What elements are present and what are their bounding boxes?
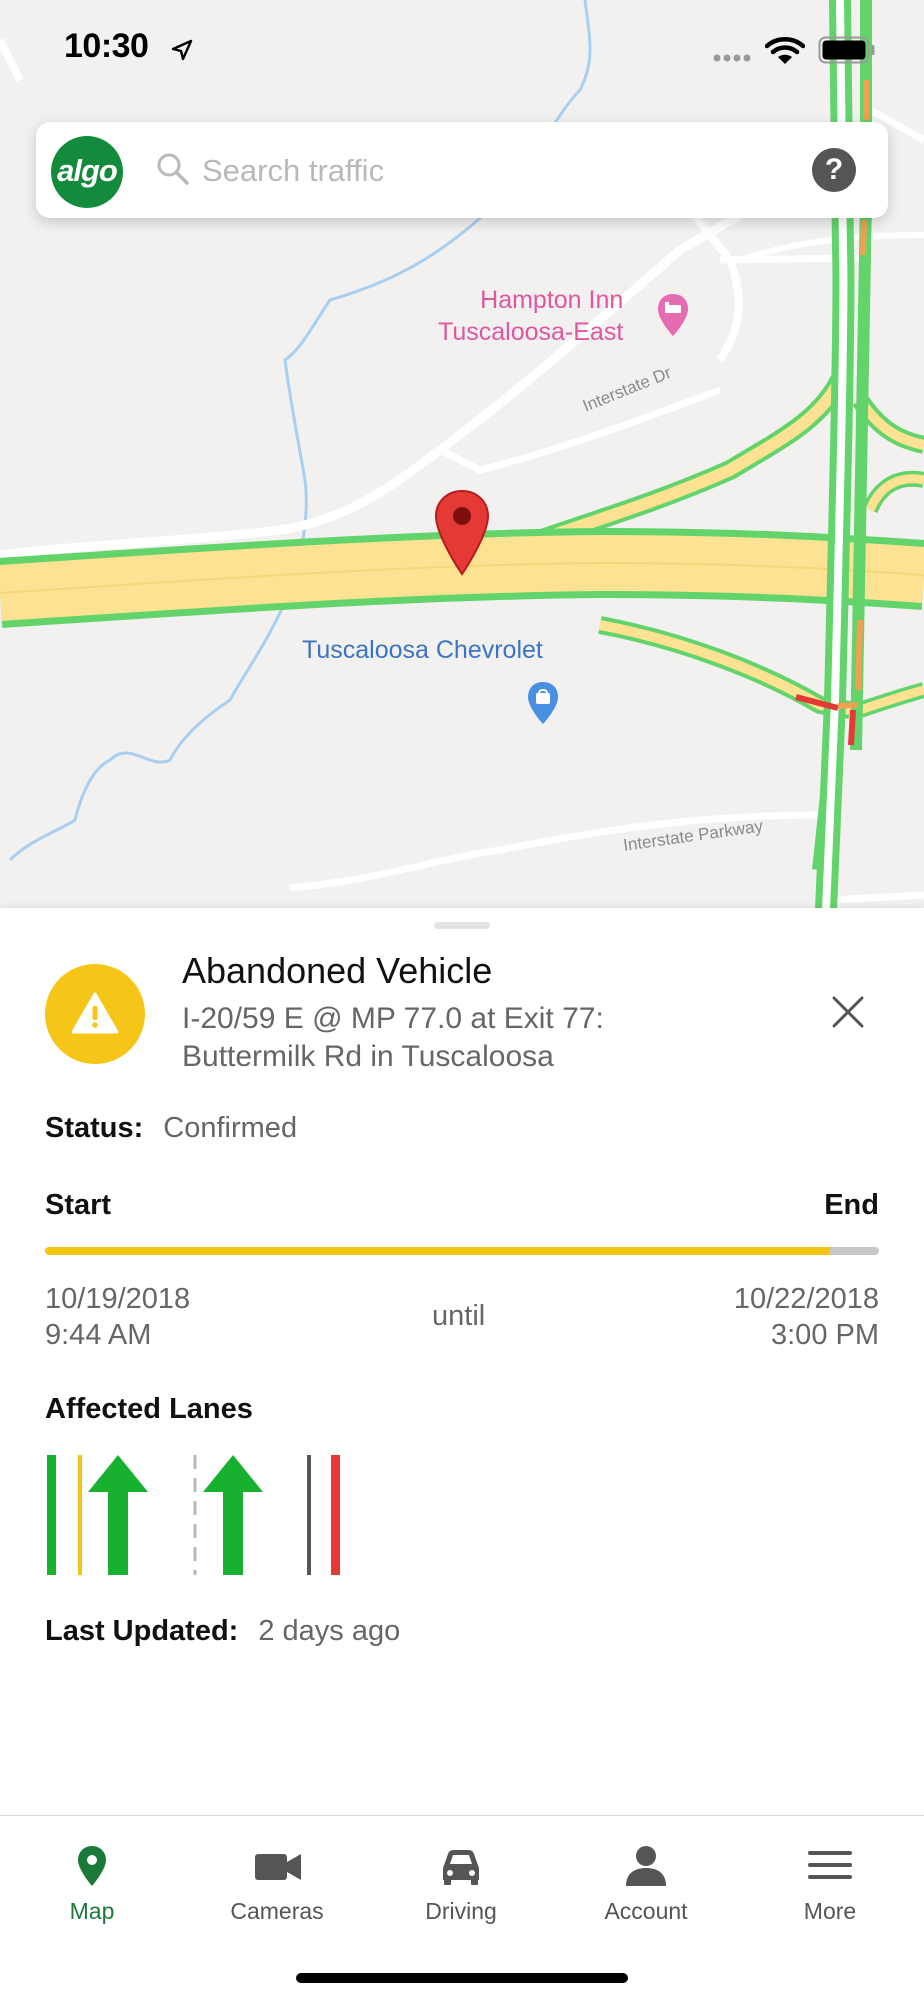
- last-updated-value: 2 days ago: [258, 1615, 401, 1647]
- help-button[interactable]: ?: [812, 148, 856, 192]
- dealer-label[interactable]: Tuscaloosa Chevrolet: [302, 634, 543, 666]
- end-time: 3:00 PM: [771, 1319, 879, 1351]
- close-button[interactable]: [830, 994, 866, 1030]
- search-input[interactable]: [200, 144, 784, 198]
- lane-1-up-arrow-icon: [88, 1455, 148, 1575]
- start-time: 9:44 AM: [45, 1319, 152, 1351]
- hotel-pin-icon[interactable]: [655, 292, 691, 338]
- start-label: Start: [45, 1189, 112, 1221]
- incident-pin-icon[interactable]: [432, 488, 492, 578]
- incident-title: Abandoned Vehicle: [182, 950, 493, 991]
- video-camera-icon: [255, 1854, 301, 1880]
- lane-2-up-arrow-icon: [203, 1455, 263, 1575]
- until-label: until: [432, 1300, 486, 1332]
- last-updated-row: Last Updated: 2 days ago: [45, 1615, 400, 1648]
- tab-map-label: Map: [69, 1898, 115, 1924]
- map-pin-icon: [78, 1846, 106, 1886]
- incident-type-badge: [45, 964, 145, 1064]
- end-label: End: [824, 1189, 879, 1221]
- last-updated-label: Last Updated:: [45, 1615, 239, 1647]
- user-icon: [626, 1846, 666, 1886]
- search-icon: [157, 153, 189, 185]
- tab-account[interactable]: Account: [554, 1816, 738, 1946]
- warning-icon: [71, 992, 119, 1034]
- search-bar: algo ?: [36, 122, 888, 218]
- store-pin-icon[interactable]: [525, 680, 561, 726]
- tab-cameras[interactable]: Cameras: [185, 1816, 369, 1946]
- menu-icon: [808, 1851, 852, 1879]
- car-icon: [443, 1850, 479, 1885]
- algo-logo[interactable]: algo: [51, 136, 123, 208]
- hotel-label[interactable]: Hampton Inn Tuscaloosa-East: [438, 284, 623, 348]
- cell-signal-icon: [713, 54, 751, 62]
- location-arrow-icon: [171, 39, 193, 61]
- status-bar: 10:30: [0, 0, 924, 100]
- status-label: Status:: [45, 1112, 144, 1144]
- incident-location: I-20/59 E @ MP 77.0 at Exit 77: Buttermi…: [182, 1002, 604, 1073]
- tab-more[interactable]: More: [738, 1816, 922, 1946]
- incident-detail-sheet: Abandoned Vehicle I-20/59 E @ MP 77.0 at…: [0, 908, 924, 1816]
- sheet-grabber[interactable]: [434, 922, 490, 929]
- status-value: Confirmed: [163, 1112, 298, 1144]
- wifi-icon: [765, 37, 805, 64]
- battery-icon: [818, 36, 875, 64]
- end-datetime: 10/22/2018 3:00 PM: [734, 1281, 879, 1353]
- traffic-map[interactable]: Hampton Inn Tuscaloosa-East Interstate D…: [0, 0, 924, 910]
- right-shoulder-closed-line: [331, 1455, 340, 1575]
- left-shoulder-line: [47, 1455, 56, 1575]
- tab-more-label: More: [803, 1898, 857, 1924]
- tab-account-label: Account: [604, 1898, 688, 1924]
- start-datetime: 10/19/2018 9:44 AM: [45, 1281, 190, 1353]
- status-row: Status: Confirmed: [45, 1112, 297, 1145]
- start-date: 10/19/2018: [45, 1283, 191, 1315]
- duration-progress-bar: [45, 1247, 879, 1255]
- tab-driving[interactable]: Driving: [369, 1816, 553, 1946]
- tab-cameras-label: Cameras: [230, 1898, 324, 1924]
- tab-map[interactable]: Map: [0, 1816, 184, 1946]
- right-edge-line: [307, 1455, 311, 1575]
- home-indicator: [296, 1973, 628, 1983]
- clock: 10:30: [64, 27, 149, 65]
- tab-driving-label: Driving: [425, 1898, 497, 1924]
- affected-lanes-diagram: [47, 1455, 340, 1575]
- end-date: 10/22/2018: [733, 1283, 879, 1315]
- left-edge-line: [78, 1455, 82, 1575]
- affected-lanes-title: Affected Lanes: [45, 1393, 253, 1425]
- tab-bar: Map Cameras Driving Account More: [0, 1815, 924, 2001]
- duration-progress-fill: [45, 1247, 829, 1255]
